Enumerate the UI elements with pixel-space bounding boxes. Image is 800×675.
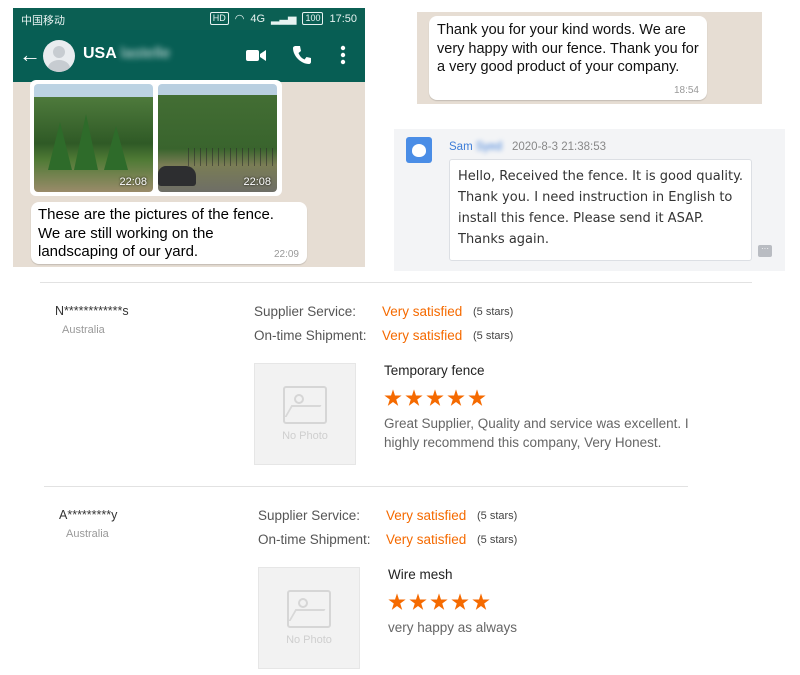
supplier-service-value: Very satisfied [382,304,463,319]
shipment-value: Very satisfied [382,328,463,343]
supplier-service-value: Very satisfied [386,508,467,523]
whatsapp-reply-screenshot: Thank you for your kind words. We are ve… [417,12,762,104]
message-panel: Sam Syed 2020-8-3 21:38:53 Hello, Receiv… [394,129,785,271]
star-icon [388,593,406,610]
product-name[interactable]: Wire mesh [388,567,453,582]
sender-avatar [406,137,432,163]
buyer-country: Australia [62,324,105,336]
signal-icon: ▂▃▅ [271,13,297,25]
carrier-label: 中国移动 [21,15,65,27]
shipment-label: On-time Shipment: [258,532,371,547]
contact-name-blurred: lastelle [120,45,171,62]
message-text: Thank you for your kind words. We are ve… [437,22,699,75]
hd-badge: HD [209,12,229,25]
no-photo-label: No Photo [282,430,328,442]
image-icon [283,386,327,424]
star-icon [430,593,448,610]
shipment-stars: (5 stars) [477,534,518,546]
star-icon [426,389,444,406]
chat-bubble: Thank you for your kind words. We are ve… [429,16,707,100]
star-icon [472,593,490,610]
product-photo-placeholder: No Photo [254,363,356,465]
signal-label: 4G [250,12,266,25]
divider [44,486,688,487]
message-timestamp: 2020-8-3 21:38:53 [512,141,606,153]
review-comment: Great Supplier, Quality and service was … [384,416,689,450]
fence-photo[interactable]: 22:08 [34,84,153,192]
star-rating [388,593,493,616]
video-call-icon[interactable] [245,44,267,66]
supplier-service-label: Supplier Service: [254,304,357,319]
message-text: Hello, Received the fence. It is good qu… [458,169,744,247]
buyer-name: N************s [55,304,129,318]
message-text: These are the pictures of the fence. We … [38,206,274,260]
photo-message: 22:08 22:08 [30,80,282,196]
star-icon [405,389,423,406]
star-icon [447,389,465,406]
shipment-label: On-time Shipment: [254,328,367,343]
back-arrow-icon[interactable]: ← [19,42,41,68]
review: A*********y Australia Supplier Service: … [0,494,800,675]
star-icon [451,593,469,610]
fence-photo[interactable]: 22:08 [158,84,277,192]
battery-icon: 100 [302,12,324,25]
wifi-icon: ◠ [234,13,245,25]
buyer-name: A*********y [59,508,118,522]
star-icon [468,389,486,406]
star-icon [409,593,427,610]
review: N************s Australia Supplier Servic… [0,290,800,480]
message-time: 18:54 [673,85,699,96]
shipment-stars: (5 stars) [473,330,514,342]
sender-name[interactable]: Sam Syed [449,141,502,153]
contact-name[interactable]: USA lastelle [83,45,170,63]
clock: 17:50 [329,12,357,25]
status-bar: 中国移动 HD ◠ 4G ▂▃▅ 100 17:50 [13,8,365,30]
divider [40,282,752,283]
phone-icon[interactable] [291,44,313,66]
product-photo-placeholder: No Photo [258,567,360,669]
message-box: Hello, Received the fence. It is good qu… [449,159,752,261]
status-icons: HD ◠ 4G ▂▃▅ 100 17:50 [209,12,357,25]
product-name[interactable]: Temporary fence [384,363,485,378]
contact-name-visible: USA [83,45,117,62]
supplier-service-stars: (5 stars) [473,306,514,318]
image-icon [287,590,331,628]
shipment-value: Very satisfied [386,532,467,547]
no-photo-label: No Photo [286,634,332,646]
more-options-icon[interactable]: ··· [758,245,772,257]
contact-avatar[interactable] [43,40,75,72]
supplier-service-label: Supplier Service: [258,508,361,523]
supplier-service-stars: (5 stars) [477,510,518,522]
photo-time: 22:08 [119,176,147,188]
chat-bubble: These are the pictures of the fence. We … [31,202,307,264]
message-time: 22:09 [273,249,299,260]
buyer-country: Australia [66,528,109,540]
photo-time: 22:08 [243,176,271,188]
sender-last-name: Syed [475,141,503,153]
sender-first-name: Sam [449,141,473,153]
star-icon [384,389,402,406]
review-comment: very happy as always [388,620,518,635]
star-rating [384,389,489,412]
chat-header: ← USA lastelle [13,30,365,82]
more-vert-icon[interactable] [335,44,351,66]
whatsapp-screenshot: 中国移动 HD ◠ 4G ▂▃▅ 100 17:50 ← USA lastell… [13,8,365,267]
